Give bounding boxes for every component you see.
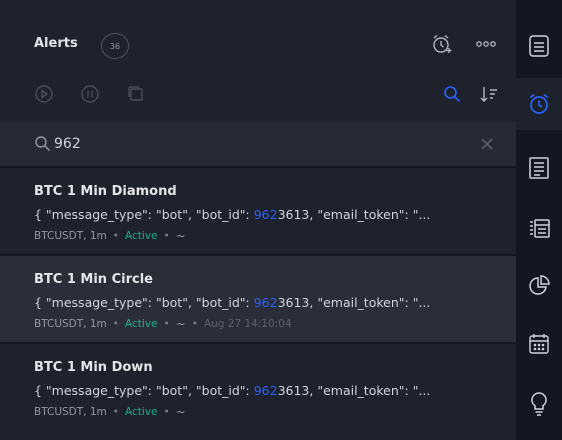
calendar-list-icon[interactable] — [516, 202, 562, 254]
search-highlight: 962 — [253, 295, 278, 310]
search-bar — [0, 122, 516, 166]
alert-item[interactable]: BTC 1 Min Diamond { "message_type": "bot… — [0, 168, 516, 254]
search-input[interactable] — [54, 131, 434, 157]
status-badge: Active — [124, 230, 158, 242]
panel-title: Alerts — [34, 36, 78, 51]
search-icon[interactable] — [441, 83, 463, 105]
alert-meta: BTCUSDT, 1m • Active • ~ — [34, 229, 186, 243]
pie-chart-icon[interactable] — [516, 260, 562, 312]
alert-item[interactable]: BTC 1 Min Circle { "message_type": "bot"… — [0, 256, 516, 342]
alert-item[interactable]: BTC 1 Min Down { "message_type": "bot", … — [0, 344, 516, 430]
more-dots-icon[interactable] — [474, 34, 498, 54]
search-highlight: 962 — [253, 383, 278, 398]
search-highlight: 962 — [253, 207, 278, 222]
alerts-header: Alerts 36 — [0, 0, 516, 72]
alert-meta: BTCUSDT, 1m • Active • ~ • Aug 27 14:10:… — [34, 317, 292, 331]
alert-symbol: BTCUSDT, 1m — [34, 230, 107, 242]
alert-meta: BTCUSDT, 1m • Active • ~ — [34, 405, 186, 419]
play-circle-icon[interactable] — [34, 84, 54, 104]
alert-title: BTC 1 Min Diamond — [34, 184, 177, 199]
app-root: Alerts 36 962 BTC 1 Min Diamond {"messa… — [0, 0, 562, 440]
alert-timestamp: Aug 27 14:10:04 — [203, 318, 292, 330]
close-icon[interactable] — [480, 136, 494, 155]
alerts-toolbar — [0, 74, 516, 112]
pause-circle-icon[interactable] — [80, 84, 100, 104]
copy-icon[interactable] — [126, 84, 146, 104]
alert-symbol: BTCUSDT, 1m — [34, 406, 107, 418]
search-icon — [34, 135, 51, 156]
alert-message: { "message_type": "bot", "bot_id": 96236… — [34, 295, 431, 310]
alert-message: { "message_type": "bot", "bot_id": 96236… — [34, 383, 431, 398]
news-icon[interactable] — [516, 142, 562, 194]
alerts-panel: Alerts 36 962 BTC 1 Min Diamond {"messa… — [0, 0, 516, 440]
lightbulb-icon[interactable] — [516, 378, 562, 430]
calendar-grid-icon[interactable] — [516, 318, 562, 370]
alert-message: { "message_type": "bot", "bot_id": 96236… — [34, 207, 431, 222]
alert-title: BTC 1 Min Circle — [34, 272, 153, 287]
status-badge: Active — [124, 406, 158, 418]
alarm-plus-icon[interactable] — [430, 32, 454, 56]
alerts-count-badge: 36 — [101, 33, 129, 59]
sort-icon[interactable] — [478, 83, 500, 105]
alarm-clock-icon[interactable] — [516, 78, 562, 130]
wave-icon: ~ — [175, 229, 186, 243]
wave-icon: ~ — [175, 317, 186, 331]
alert-title: BTC 1 Min Down — [34, 360, 153, 375]
status-badge: Active — [124, 318, 158, 330]
wave-icon: ~ — [175, 405, 186, 419]
alert-symbol: BTCUSDT, 1m — [34, 318, 107, 330]
watchlist-icon[interactable] — [516, 20, 562, 72]
right-sidebar — [516, 0, 562, 440]
